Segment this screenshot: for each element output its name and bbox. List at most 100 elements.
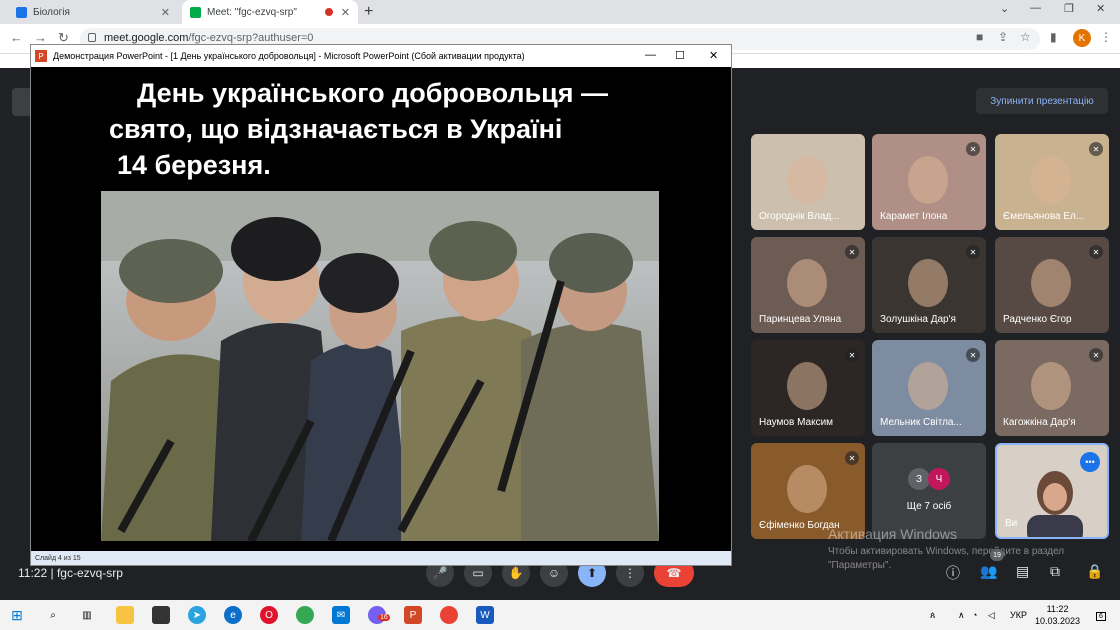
taskbar-clock[interactable]: 11:22 10.03.2023 [1035, 603, 1080, 627]
soldiers-photo [101, 191, 659, 541]
participant-video [787, 362, 827, 410]
search-icon[interactable]: ⌕ [44, 606, 62, 624]
participant-name: Мельник Світла... [880, 417, 962, 428]
camera-icon[interactable]: ■ [976, 30, 983, 44]
participant-tile[interactable]: ✕ Мельник Світла... [872, 340, 986, 436]
file-explorer-icon[interactable] [116, 606, 134, 624]
people-count-badge: 19 [990, 549, 1004, 561]
participant-video [908, 259, 948, 307]
mic-off-icon: ✕ [966, 245, 980, 259]
volume-icon[interactable]: ◁ [988, 610, 995, 621]
mic-off-icon: ✕ [1089, 245, 1103, 259]
slide-title-line: 14 березня. [117, 150, 271, 180]
participant-name: Паринцева Уляна [759, 314, 842, 325]
participant-video [1031, 362, 1071, 410]
share-icon[interactable]: ⇪ [998, 30, 1008, 44]
mic-off-icon: ✕ [1089, 142, 1103, 156]
people-tray-icon[interactable]: ጰ [930, 610, 935, 621]
back-icon[interactable]: ← [10, 30, 23, 45]
tab-biology[interactable]: Біологія ✕ [8, 0, 178, 24]
host-controls-icon[interactable]: 🔒 [1086, 563, 1103, 580]
clock-date: 10.03.2023 [1035, 616, 1081, 626]
viber-badge: 16 [378, 614, 390, 621]
participant-tile[interactable]: ✕ Золушкіна Дар'я [872, 237, 986, 333]
chrome-2-icon[interactable] [440, 606, 458, 624]
participant-video [787, 465, 827, 513]
ppt-maximize-button[interactable]: ☐ [675, 49, 685, 62]
more-avatars: З Ч [908, 468, 950, 490]
mic-off-icon: ✕ [966, 348, 980, 362]
ppt-minimize-button[interactable]: — [645, 49, 656, 61]
powerpoint-taskbar-icon[interactable]: P [404, 606, 422, 624]
slide-title: День українського добровольця — свято, щ… [109, 75, 649, 183]
activation-title: Активация Windows [828, 526, 958, 542]
participant-tile[interactable]: ✕ Кагожкіна Дар'я [995, 340, 1109, 436]
stop-presenting-button[interactable]: Зупинити презентацію [976, 88, 1108, 114]
menu-icon[interactable]: ⋮ [1100, 30, 1112, 44]
word-icon[interactable]: W [476, 606, 494, 624]
meeting-info: 11:22 | fgc-ezvq-srp [18, 566, 123, 580]
mic-off-icon: ✕ [1089, 348, 1103, 362]
close-icon[interactable]: ✕ [341, 6, 350, 19]
participant-video [1031, 156, 1071, 204]
star-icon[interactable]: ☆ [1020, 30, 1031, 44]
more-participants-tile[interactable] [872, 443, 986, 539]
edge-icon[interactable]: e [224, 606, 242, 624]
chevron-down-icon[interactable]: ⌄ [1000, 2, 1009, 15]
profile-avatar[interactable]: K [1073, 29, 1091, 47]
mic-off-icon: ✕ [845, 348, 859, 362]
participant-video [908, 362, 948, 410]
start-icon[interactable]: ⊞ [8, 606, 26, 624]
tab-label: Біологія [33, 6, 70, 18]
participant-video [787, 259, 827, 307]
new-tab-button[interactable]: + [364, 3, 373, 21]
participant-name: Огороднік Влад... [759, 211, 840, 222]
participant-name: Золушкіна Дар'я [880, 314, 956, 325]
tab-meet[interactable]: Meet: "fgc-ezvq-srp" ✕ [182, 0, 358, 24]
chat-icon[interactable]: ▤ [1016, 563, 1029, 580]
sidepanel-icon[interactable]: ▮ [1050, 30, 1057, 44]
store-icon[interactable] [152, 606, 170, 624]
telegram-icon[interactable]: ➤ [188, 606, 206, 624]
mic-off-icon: ✕ [845, 451, 859, 465]
participant-tile[interactable]: ✕ Радченко Єгор [995, 237, 1109, 333]
opera-icon[interactable]: O [260, 606, 278, 624]
chrome-icon[interactable] [296, 606, 314, 624]
lock-icon[interactable] [88, 33, 96, 42]
chevron-up-icon[interactable]: ∧ [958, 610, 965, 621]
participant-tile[interactable]: ✕ Карамет Ілона [872, 134, 986, 230]
participant-tile[interactable]: Огороднік Влад... [751, 134, 865, 230]
language-indicator[interactable]: УКР [1010, 610, 1027, 620]
wifi-icon[interactable]: ◔ [972, 610, 977, 620]
participant-tile[interactable]: ✕ Паринцева Уляна [751, 237, 865, 333]
ppt-close-button[interactable]: ✕ [709, 49, 718, 62]
mail-icon[interactable]: ✉ [332, 606, 350, 624]
clock-time: 11:22 [1046, 604, 1069, 614]
tab-label: Meet: "fgc-ezvq-srp" [207, 6, 297, 18]
window-close-button[interactable]: ✕ [1096, 2, 1105, 15]
info-icon[interactable]: ⓘ [946, 563, 960, 583]
avatar: Ч [928, 468, 950, 490]
participant-tile[interactable]: ✕ Ємельянова Ел... [995, 134, 1109, 230]
task-view-icon[interactable]: ▥ [78, 606, 96, 624]
activities-icon[interactable]: ⧉ [1050, 563, 1060, 580]
ppt-titlebar: P Демонстрация PowerPoint - [1 День укра… [31, 45, 731, 67]
mic-off-icon: ✕ [845, 245, 859, 259]
forward-icon[interactable]: → [34, 30, 47, 45]
slide-viewport[interactable]: День українського добровольця — свято, щ… [31, 67, 731, 551]
restore-button[interactable]: ❐ [1064, 2, 1074, 15]
powerpoint-icon: P [35, 50, 47, 62]
slide-counter: Слайд 4 из 15 [35, 554, 81, 562]
close-icon[interactable]: ✕ [161, 6, 170, 19]
people-icon[interactable]: 👥 [980, 563, 997, 580]
more-options-icon[interactable]: ••• [1080, 452, 1100, 472]
participant-video [908, 156, 948, 204]
participant-name: Кагожкіна Дар'я [1003, 417, 1076, 428]
minimize-button[interactable]: — [1030, 2, 1041, 14]
ppt-status-bar: Слайд 4 из 15 [31, 551, 731, 565]
participant-tile[interactable]: ✕ Наумов Максим [751, 340, 865, 436]
url-text[interactable]: meet.google.com/fgc-ezvq-srp?authuser=0 [104, 32, 313, 44]
participant-tile[interactable]: ✕ Єфіменко Богдан [751, 443, 865, 539]
participant-name: Карамет Ілона [880, 211, 948, 222]
notification-icon[interactable]: 6 [1096, 612, 1106, 621]
